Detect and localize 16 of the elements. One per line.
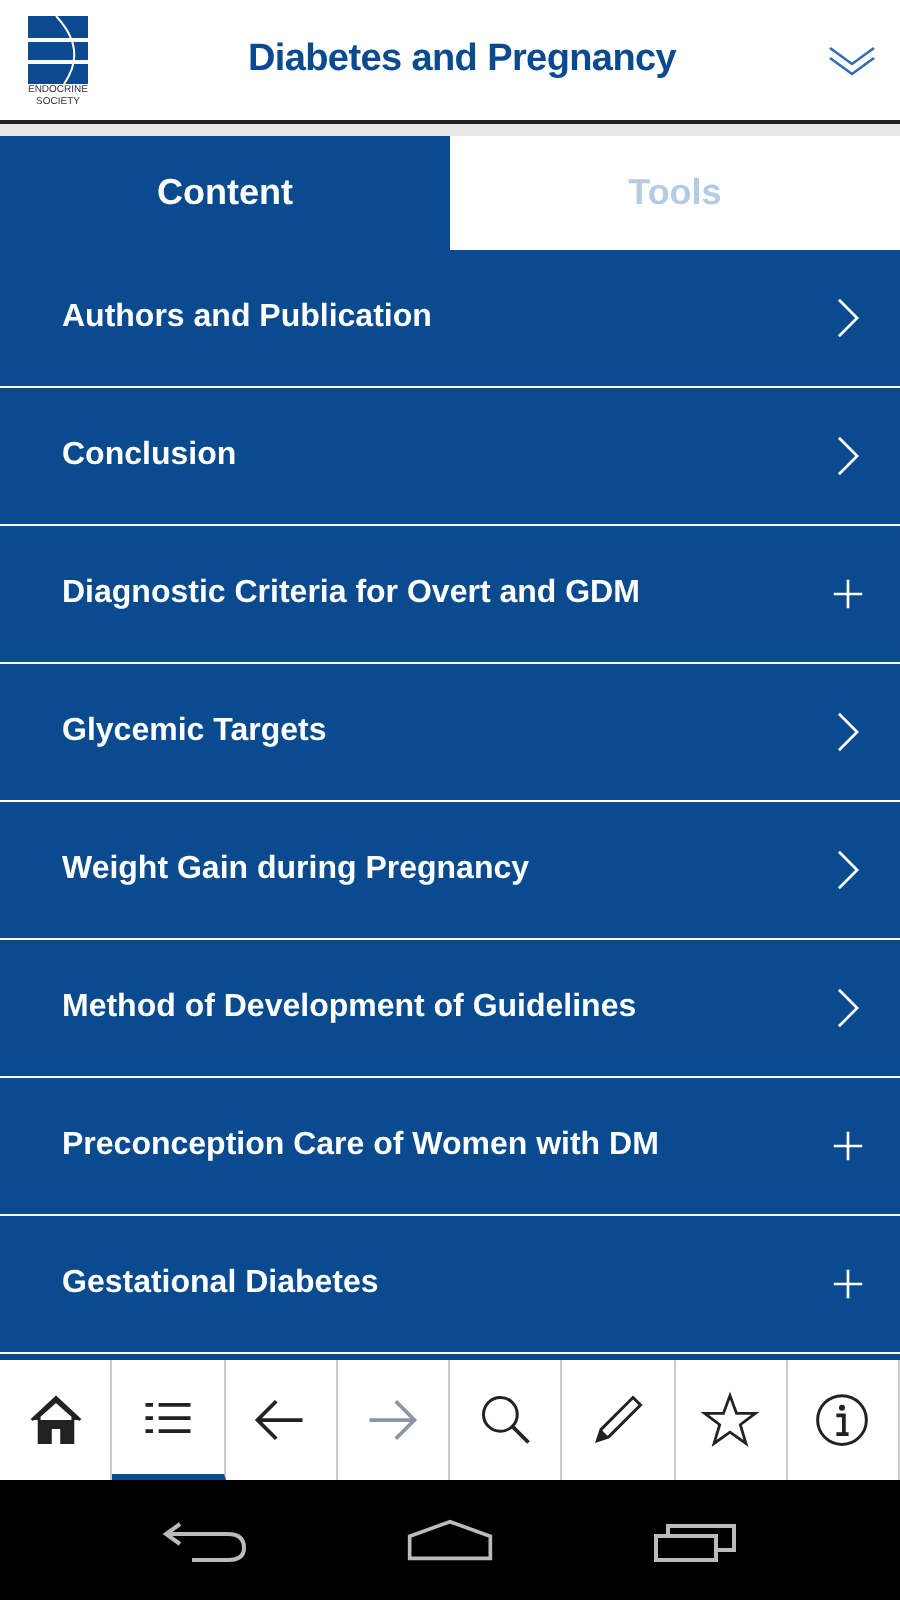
home-icon: [25, 1390, 86, 1450]
chevron-right-icon: [832, 436, 864, 476]
plus-icon: [832, 1264, 864, 1304]
home-icon[interactable]: [405, 1516, 494, 1564]
chevron-right-icon: [832, 850, 864, 890]
chevron-right-icon: [832, 712, 864, 752]
chevron-right-icon: [832, 298, 864, 338]
chevron-right-icon: [832, 988, 864, 1028]
plus-icon: [832, 574, 864, 614]
logo-icon: [28, 16, 88, 84]
star-icon: [700, 1390, 761, 1450]
chevron-down-icon[interactable]: [828, 44, 876, 76]
plus-icon: [832, 1126, 864, 1166]
page-title: Diabetes and Pregnancy: [245, 38, 679, 82]
list-button[interactable]: [112, 1360, 225, 1480]
info-icon: [812, 1390, 873, 1450]
